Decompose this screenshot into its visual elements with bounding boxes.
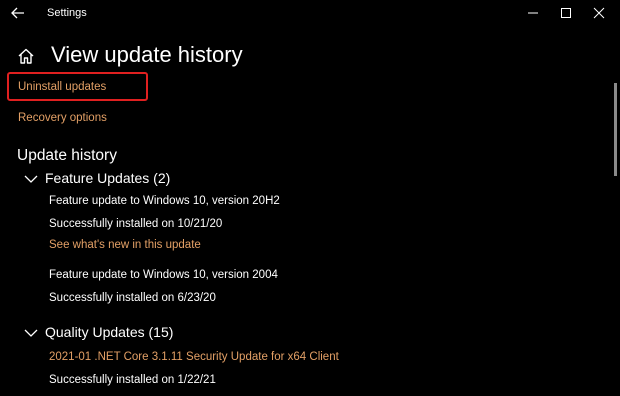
back-button[interactable] [9,4,27,22]
minimize-button[interactable] [516,0,550,26]
page-title: View update history [51,42,243,67]
update-status: Successfully installed on 10/21/20 [49,218,223,230]
update-history-heading: Update history [17,147,117,164]
quality-updates-label: Quality Updates (15) [45,324,174,340]
vertical-scrollbar[interactable] [614,83,617,176]
title-bar: Settings [0,0,620,28]
maximize-icon [561,8,571,18]
back-arrow-icon [11,7,24,19]
update-status: Successfully installed on 6/23/20 [49,292,216,304]
minimize-icon [528,12,538,14]
update-name-link[interactable]: 2021-01 .NET Core 3.1.11 Security Update… [49,351,339,363]
app-title: Settings [47,7,87,19]
chevron-down-icon [24,329,38,337]
recovery-options-link[interactable]: Recovery options [18,112,107,124]
home-icon[interactable] [17,47,35,65]
settings-window: Settings View update history Uninstall u… [0,0,620,396]
close-icon [593,7,605,19]
update-name: Feature update to Windows 10, version 20… [49,195,280,207]
feature-updates-label: Feature Updates (2) [45,170,171,186]
maximize-button[interactable] [549,0,583,26]
whats-new-link[interactable]: See what's new in this update [49,239,201,251]
uninstall-updates-link[interactable]: Uninstall updates [18,81,106,93]
update-name: Feature update to Windows 10, version 20… [49,269,278,281]
update-status: Successfully installed on 1/22/21 [49,374,216,386]
chevron-down-icon [24,175,38,183]
close-button[interactable] [582,0,616,26]
